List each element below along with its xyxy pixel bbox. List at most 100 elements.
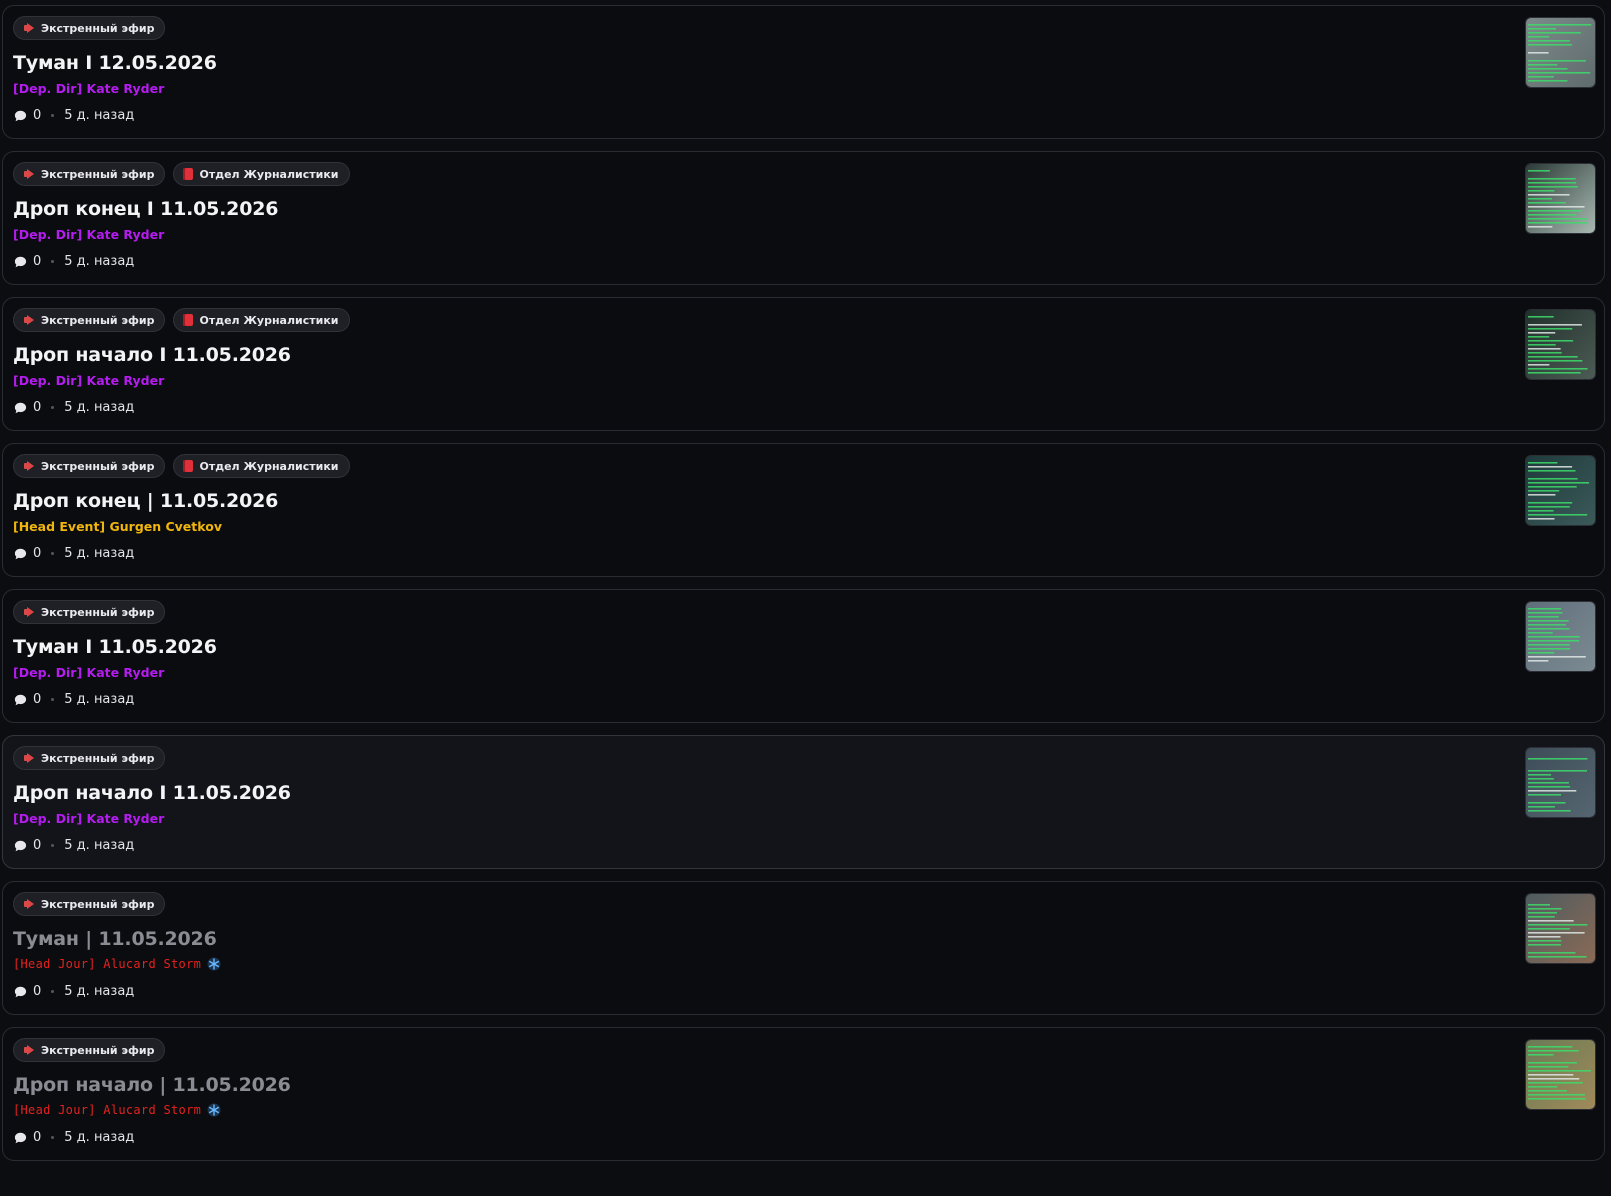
post-time: 5 д. назад bbox=[64, 400, 135, 415]
tag-emergency-broadcast[interactable]: Экстренный эфир bbox=[13, 1038, 166, 1062]
post-author[interactable]: [Dep. Dir] Kate Ryder bbox=[13, 227, 164, 242]
meta-separator bbox=[51, 990, 55, 993]
tag-label: Экстренный эфир bbox=[41, 605, 155, 619]
post-thumbnail[interactable] bbox=[1525, 747, 1596, 818]
post-author[interactable]: [Dep. Dir] Kate Ryder bbox=[13, 665, 164, 680]
tag-label: Отдел Журналистики bbox=[199, 313, 339, 327]
post-thumbnail[interactable] bbox=[1525, 455, 1596, 526]
snowflake-icon bbox=[207, 1103, 221, 1117]
tag-emergency-broadcast[interactable]: Экстренный эфир bbox=[13, 308, 166, 332]
comment-icon bbox=[14, 548, 27, 559]
post-time: 5 д. назад bbox=[64, 254, 135, 269]
post-title[interactable]: Туман I 12.05.2026 bbox=[13, 52, 217, 74]
post-title[interactable]: Туман | 11.05.2026 bbox=[13, 928, 217, 950]
post-author[interactable]: [Dep. Dir] Kate Ryder bbox=[13, 373, 164, 388]
author-name[interactable]: [Dep. Dir] Kate Ryder bbox=[13, 665, 164, 680]
post-author[interactable]: [Head Event] Gurgen Cvetkov bbox=[13, 519, 222, 534]
tag-emergency-broadcast[interactable]: Экстренный эфир bbox=[13, 746, 166, 770]
meta-separator bbox=[51, 114, 55, 117]
tag-journalism-department[interactable]: Отдел Журналистики bbox=[173, 162, 350, 186]
post-card[interactable]: Экстренный эфир Отдел Журналистики Дроп к… bbox=[2, 443, 1605, 577]
post-card[interactable]: Экстренный эфир Отдел Журналистики Дроп к… bbox=[2, 151, 1605, 285]
thumbnail-image bbox=[1526, 1040, 1595, 1109]
post-meta: 0 5 д. назад bbox=[14, 254, 134, 269]
tag-label: Экстренный эфир bbox=[41, 459, 155, 473]
post-card[interactable]: Экстренный эфир Туман | 11.05.2026 [Head… bbox=[2, 881, 1605, 1015]
author-name[interactable]: [Head Event] Gurgen Cvetkov bbox=[13, 519, 222, 534]
tag-emergency-broadcast[interactable]: Экстренный эфир bbox=[13, 600, 166, 624]
author-name[interactable]: [Dep. Dir] Kate Ryder bbox=[13, 227, 164, 242]
post-thumbnail[interactable] bbox=[1525, 309, 1596, 380]
megaphone-icon bbox=[23, 168, 35, 180]
post-meta: 0 5 д. назад bbox=[14, 984, 134, 999]
meta-separator bbox=[51, 260, 55, 263]
post-time: 5 д. назад bbox=[64, 838, 135, 853]
post-author[interactable]: [Dep. Dir] Kate Ryder bbox=[13, 81, 164, 96]
comment-count: 0 bbox=[33, 254, 42, 269]
comment-icon bbox=[14, 694, 27, 705]
tag-journalism-department[interactable]: Отдел Журналистики bbox=[173, 308, 350, 332]
post-time: 5 д. назад bbox=[64, 984, 135, 999]
megaphone-icon bbox=[23, 1044, 35, 1056]
post-author[interactable]: [Dep. Dir] Kate Ryder bbox=[13, 811, 164, 826]
post-tags: Экстренный эфир bbox=[13, 892, 166, 916]
post-meta: 0 5 д. назад bbox=[14, 108, 134, 123]
post-title[interactable]: Туман I 11.05.2026 bbox=[13, 636, 217, 658]
megaphone-icon bbox=[23, 460, 35, 472]
thumbnail-image bbox=[1526, 18, 1595, 87]
tag-label: Отдел Журналистики bbox=[199, 167, 339, 181]
post-tags: Экстренный эфир bbox=[13, 600, 166, 624]
book-icon bbox=[183, 314, 194, 326]
post-card[interactable]: Экстренный эфир Дроп начало I 11.05.2026… bbox=[2, 735, 1605, 869]
thumbnail-image bbox=[1526, 748, 1595, 817]
tag-emergency-broadcast[interactable]: Экстренный эфир bbox=[13, 16, 166, 40]
post-title[interactable]: Дроп начало I 11.05.2026 bbox=[13, 782, 291, 804]
post-author[interactable]: [Head Jour] Alucard Storm bbox=[13, 957, 221, 971]
post-time: 5 д. назад bbox=[64, 108, 135, 123]
author-name[interactable]: [Dep. Dir] Kate Ryder bbox=[13, 373, 164, 388]
post-thumbnail[interactable] bbox=[1525, 601, 1596, 672]
post-tags: Экстренный эфир bbox=[13, 16, 166, 40]
post-thumbnail[interactable] bbox=[1525, 893, 1596, 964]
megaphone-icon bbox=[23, 752, 35, 764]
post-tags: Экстренный эфир Отдел Журналистики bbox=[13, 162, 350, 186]
post-time: 5 д. назад bbox=[64, 1130, 135, 1145]
comment-icon bbox=[14, 402, 27, 413]
post-title[interactable]: Дроп начало I 11.05.2026 bbox=[13, 344, 291, 366]
tag-journalism-department[interactable]: Отдел Журналистики bbox=[173, 454, 350, 478]
post-thumbnail[interactable] bbox=[1525, 163, 1596, 234]
author-name[interactable]: [Dep. Dir] Kate Ryder bbox=[13, 81, 164, 96]
megaphone-icon bbox=[23, 606, 35, 618]
post-card[interactable]: Экстренный эфир Отдел Журналистики Дроп н… bbox=[2, 297, 1605, 431]
author-name[interactable]: [Head Jour] Alucard Storm bbox=[13, 1103, 201, 1117]
post-title[interactable]: Дроп конец I 11.05.2026 bbox=[13, 198, 278, 220]
book-icon bbox=[183, 168, 194, 180]
tag-emergency-broadcast[interactable]: Экстренный эфир bbox=[13, 892, 166, 916]
author-name[interactable]: [Head Jour] Alucard Storm bbox=[13, 957, 201, 971]
book-icon bbox=[183, 460, 194, 472]
tag-emergency-broadcast[interactable]: Экстренный эфир bbox=[13, 454, 166, 478]
tag-label: Экстренный эфир bbox=[41, 313, 155, 327]
tag-label: Экстренный эфир bbox=[41, 21, 155, 35]
comment-icon bbox=[14, 256, 27, 267]
meta-separator bbox=[51, 698, 55, 701]
comment-count: 0 bbox=[33, 1130, 42, 1145]
author-name[interactable]: [Dep. Dir] Kate Ryder bbox=[13, 811, 164, 826]
snowflake-icon bbox=[207, 957, 221, 971]
tag-emergency-broadcast[interactable]: Экстренный эфир bbox=[13, 162, 166, 186]
post-thumbnail[interactable] bbox=[1525, 17, 1596, 88]
post-card[interactable]: Экстренный эфир Туман I 12.05.2026 [Dep.… bbox=[2, 5, 1605, 139]
post-list: Экстренный эфир Туман I 12.05.2026 [Dep.… bbox=[0, 0, 1611, 1196]
post-card[interactable]: Экстренный эфир Дроп начало | 11.05.2026… bbox=[2, 1027, 1605, 1161]
post-meta: 0 5 д. назад bbox=[14, 838, 134, 853]
tag-label: Экстренный эфир bbox=[41, 167, 155, 181]
post-title[interactable]: Дроп начало | 11.05.2026 bbox=[13, 1074, 291, 1096]
post-tags: Экстренный эфир bbox=[13, 1038, 166, 1062]
meta-separator bbox=[51, 406, 55, 409]
post-card[interactable]: Экстренный эфир Туман I 11.05.2026 [Dep.… bbox=[2, 589, 1605, 723]
post-title[interactable]: Дроп конец | 11.05.2026 bbox=[13, 490, 278, 512]
post-thumbnail[interactable] bbox=[1525, 1039, 1596, 1110]
comment-count: 0 bbox=[33, 400, 42, 415]
thumbnail-image bbox=[1526, 456, 1595, 525]
post-author[interactable]: [Head Jour] Alucard Storm bbox=[13, 1103, 221, 1117]
